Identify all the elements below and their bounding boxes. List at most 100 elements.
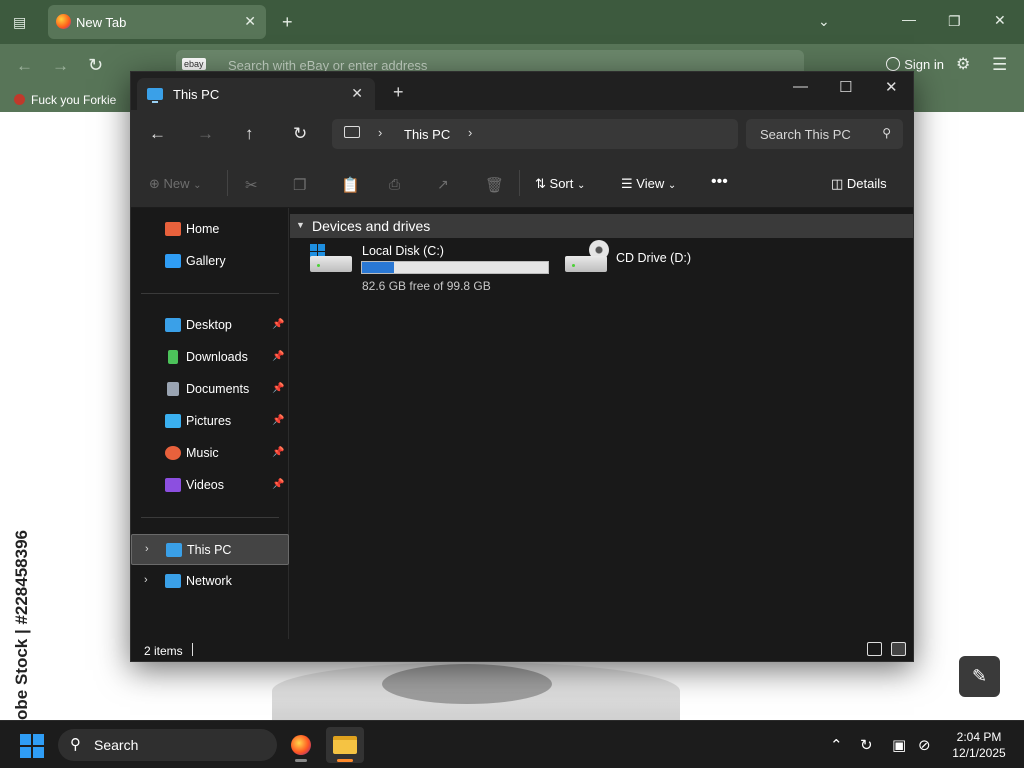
folder-icon: [333, 736, 357, 754]
up-icon[interactable]: ↑: [245, 124, 254, 144]
new-tab-icon[interactable]: +: [282, 13, 293, 31]
explorer-title-bar: This PC ✕ + — ☐ ✕: [131, 72, 913, 110]
copy-icon[interactable]: ❐: [293, 176, 306, 194]
sidebar-item-network[interactable]: › Network: [131, 566, 289, 596]
forward-icon[interactable]: →: [197, 124, 214, 144]
close-tab-icon[interactable]: ✕: [244, 13, 256, 30]
pin-icon[interactable]: 📌: [272, 447, 284, 458]
explorer-tab-this-pc[interactable]: This PC ✕: [137, 78, 375, 110]
details-label: Details: [846, 176, 887, 191]
search-placeholder: Search This PC: [760, 127, 851, 142]
sidebar-item-desktop[interactable]: Desktop 📌: [131, 310, 289, 340]
chevron-up-icon[interactable]: ⌃: [830, 736, 843, 754]
sidebar-item-videos[interactable]: Videos 📌: [131, 470, 289, 500]
browser-tab-new-tab[interactable]: New Tab ✕: [48, 5, 266, 39]
close-window-icon[interactable]: ✕: [994, 13, 1006, 27]
back-icon[interactable]: ←: [149, 124, 166, 144]
maximize-icon[interactable]: ❐: [948, 14, 961, 28]
network-status-icon[interactable]: ▣: [892, 736, 906, 754]
sidebar-item-music[interactable]: Music 📌: [131, 438, 289, 468]
new-button[interactable]: ⊕ New ⌄: [149, 176, 202, 192]
edit-pencil-button[interactable]: ✎: [959, 656, 1000, 697]
rename-icon[interactable]: ⎙: [389, 176, 400, 193]
share-icon[interactable]: ↗: [437, 176, 449, 193]
this-pc-icon: [147, 88, 163, 103]
sidebar-item-label: Documents: [186, 382, 250, 396]
pin-icon[interactable]: 📌: [272, 319, 284, 330]
minimize-icon[interactable]: —: [902, 12, 916, 26]
system-clock[interactable]: 2:04 PM 12/1/2025: [944, 729, 1014, 761]
command-bar: ⊕ New ⌄ ✂ ❐ 📋 ⎙ ↗ 🗑 ⇅ Sort ⌄ ☰ View ⌄ ••…: [131, 160, 913, 208]
taskbar-firefox[interactable]: [282, 727, 320, 763]
volume-muted-icon[interactable]: ⊘: [918, 736, 931, 754]
extensions-icon[interactable]: ⚙: [956, 57, 970, 73]
group-header[interactable]: ▼ Devices and drives: [290, 214, 913, 238]
music-icon: [165, 446, 181, 460]
plus-circle-icon: ⊕: [149, 176, 160, 191]
network-icon: [165, 574, 181, 588]
breadcrumb[interactable]: › This PC ›: [332, 119, 738, 149]
sort-button[interactable]: ⇅ Sort ⌄: [535, 176, 585, 192]
taskbar-search-input[interactable]: ⚲ Search: [58, 729, 277, 761]
view-button[interactable]: ☰ View ⌄: [621, 176, 676, 192]
sidebar-item-label: Music: [186, 446, 219, 460]
pin-icon[interactable]: 📌: [272, 351, 284, 362]
sign-in-button[interactable]: Sign in: [886, 57, 944, 72]
view-label: View: [636, 176, 665, 191]
sign-in-label: Sign in: [904, 57, 944, 72]
chevron-right-icon[interactable]: ›: [378, 125, 382, 140]
drive-local-disk-c[interactable]: Local Disk (C:) 82.6 GB free of 99.8 GB: [310, 242, 552, 293]
sidebar-item-home[interactable]: Home: [131, 214, 289, 244]
large-icons-view-icon[interactable]: [891, 642, 906, 656]
sidebar-item-pictures[interactable]: Pictures 📌: [131, 406, 289, 436]
pin-icon[interactable]: 📌: [272, 479, 284, 490]
pencil-icon: ✎: [971, 666, 988, 686]
windows-start-icon[interactable]: [20, 734, 44, 758]
sidebar-item-documents[interactable]: Documents 📌: [131, 374, 289, 404]
sync-icon[interactable]: ↻: [860, 736, 873, 754]
home-icon: [165, 222, 181, 236]
taskbar-file-explorer[interactable]: [326, 727, 364, 763]
firefox-icon: [56, 14, 71, 29]
delete-icon[interactable]: 🗑: [485, 176, 504, 194]
download-icon: [168, 350, 178, 364]
pin-icon[interactable]: 📌: [272, 383, 284, 394]
details-view-icon[interactable]: [867, 642, 882, 656]
forward-icon[interactable]: →: [52, 57, 69, 74]
details-button[interactable]: ◫ Details: [831, 176, 887, 192]
sidebar-item-downloads[interactable]: Downloads 📌: [131, 342, 289, 372]
ebay-badge: ebay: [182, 58, 206, 70]
close-tab-icon[interactable]: ✕: [351, 85, 363, 102]
maximize-icon[interactable]: ☐: [839, 78, 852, 96]
sidebar-item-label: Home: [186, 222, 220, 236]
reload-icon[interactable]: ↻: [88, 56, 103, 74]
search-icon: ⚲: [70, 736, 81, 753]
paste-icon[interactable]: 📋: [341, 176, 360, 194]
content-pane: ▼ Devices and drives Local Disk (C:) 82.…: [290, 208, 913, 639]
menu-icon[interactable]: ☰: [992, 56, 1007, 73]
search-input[interactable]: Search This PC ⚲: [746, 119, 903, 149]
refresh-icon[interactable]: ↻: [293, 124, 307, 144]
chevron-right-icon[interactable]: ›: [144, 574, 148, 586]
sidebar-item-this-pc[interactable]: › This PC: [131, 534, 289, 565]
breadcrumb-this-pc[interactable]: This PC: [404, 127, 450, 142]
pin-icon[interactable]: 📌: [272, 415, 284, 426]
clock-time: 2:04 PM: [956, 730, 1002, 744]
drive-cd-d[interactable]: CD Drive (D:): [565, 240, 715, 292]
this-pc-icon: [166, 543, 182, 557]
cut-icon[interactable]: ✂: [245, 176, 258, 194]
minimize-icon[interactable]: —: [793, 78, 808, 95]
divider: [519, 170, 520, 196]
chevron-right-icon[interactable]: ›: [145, 543, 149, 555]
new-tab-icon[interactable]: +: [393, 82, 404, 103]
bookmark-item[interactable]: Fuck you Forkie: [14, 93, 116, 107]
more-options-icon[interactable]: •••: [711, 173, 728, 191]
divider: [141, 517, 279, 518]
video-icon: [165, 478, 181, 492]
chevron-right-icon[interactable]: ›: [468, 125, 472, 140]
chevron-down-icon[interactable]: ⌄: [818, 14, 830, 28]
sidebar-item-gallery[interactable]: Gallery: [131, 246, 289, 276]
close-window-icon[interactable]: ✕: [885, 78, 898, 96]
back-icon[interactable]: ←: [16, 57, 33, 74]
tab-list-icon[interactable]: ▤: [13, 15, 26, 29]
